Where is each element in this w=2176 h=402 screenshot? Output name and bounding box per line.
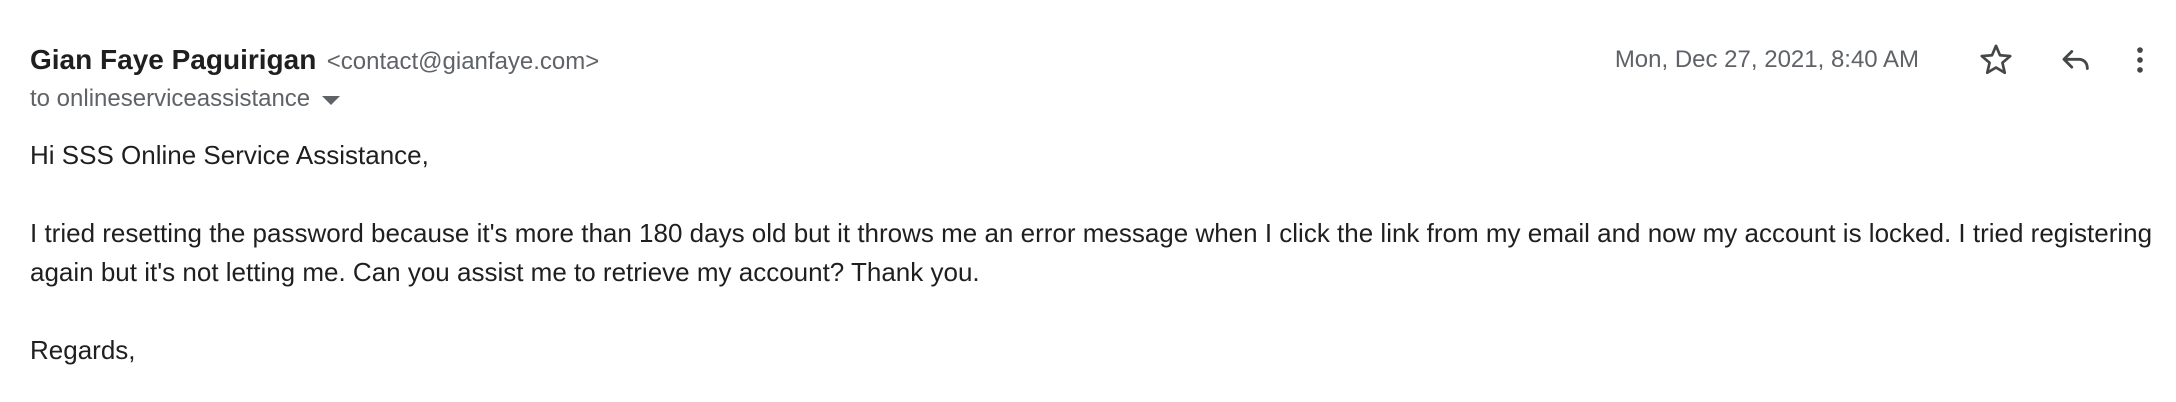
- closing-line: Regards,: [30, 335, 136, 365]
- reply-button[interactable]: [2054, 38, 2098, 82]
- more-options-button[interactable]: [2118, 38, 2162, 82]
- greeting-line: Hi SSS Online Service Assistance,: [30, 140, 429, 170]
- sender-line: Gian Faye Paguirigan <contact@gianfaye.c…: [30, 40, 599, 85]
- more-vert-icon: [2137, 47, 2143, 73]
- sender-name[interactable]: Gian Faye Paguirigan: [30, 44, 316, 75]
- body-paragraph: I tried resetting the password because i…: [30, 218, 2153, 287]
- reply-icon: [2062, 50, 2089, 70]
- recipient-details-toggle[interactable]: to onlineserviceassistance: [30, 82, 341, 116]
- caret-down-icon[interactable]: [322, 96, 341, 105]
- recipient-line: to onlineserviceassistance: [30, 85, 311, 112]
- star-icon: [1980, 44, 2012, 75]
- star-button[interactable]: [1974, 38, 2018, 82]
- sender-email: <contact@gianfaye.com>: [326, 48, 600, 75]
- message-header: Gian Faye Paguirigan <contact@gianfaye.c…: [30, 40, 2176, 120]
- message-body: Hi SSS Online Service Assistance, I trie…: [30, 136, 2160, 370]
- message-date: Mon, Dec 27, 2021, 8:40 AM: [1614, 46, 1919, 73]
